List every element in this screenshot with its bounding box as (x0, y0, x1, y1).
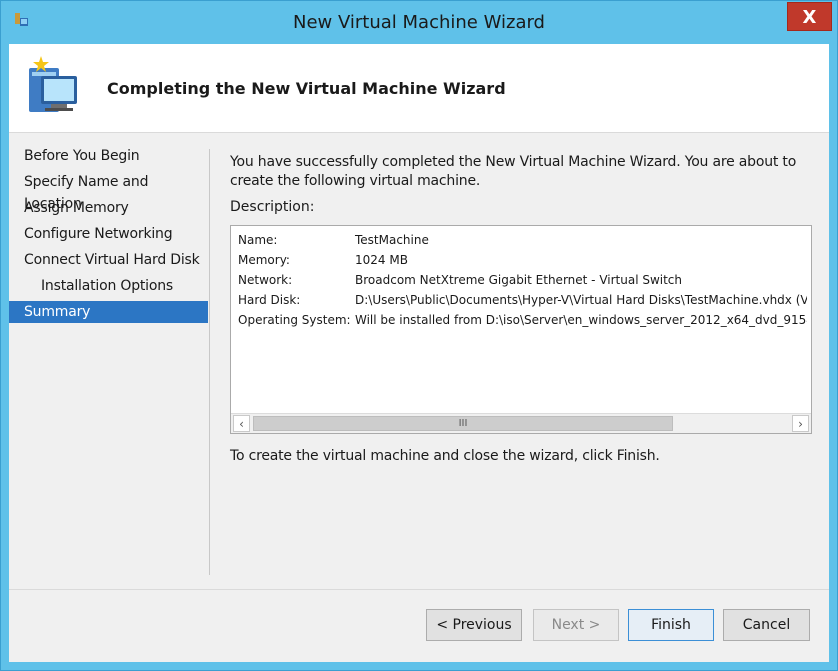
nav-item-assign-memory[interactable]: Assign Memory (9, 197, 208, 219)
detail-row-network: Network: Broadcom NetXtreme Gigabit Ether… (238, 270, 807, 290)
nav-item-configure-networking[interactable]: Configure Networking (9, 223, 208, 245)
nav-item-summary[interactable]: Summary (9, 301, 208, 323)
detail-row-memory: Memory: 1024 MB (238, 250, 807, 270)
description-list: Name: TestMachine Memory: 1024 MB Network:… (238, 230, 807, 330)
nav-divider (209, 149, 210, 575)
intro-text: You have successfully completed the New … (230, 154, 797, 189)
wizard-header: Completing the New Virtual Machine Wizar… (9, 44, 829, 133)
window-title: New Virtual Machine Wizard (293, 12, 545, 33)
virtual-machine-wizard-icon (21, 54, 85, 118)
detail-row-operating-system: Operating System: Will be installed from … (238, 310, 807, 330)
detail-key: Memory: (238, 253, 290, 267)
detail-value: TestMachine (355, 233, 429, 247)
nav-item-specify-name-and-location[interactable]: Specify Name and Location (9, 171, 208, 212)
detail-value: D:\Users\Public\Documents\Hyper-V\Virtua… (355, 293, 807, 307)
footer-divider (9, 589, 829, 590)
description-label: Description: (230, 199, 315, 215)
scroll-thumb[interactable]: III (253, 416, 673, 431)
horizontal-scrollbar[interactable]: ‹ III › (231, 413, 811, 433)
page-heading: Completing the New Virtual Machine Wizar… (107, 79, 506, 98)
previous-button[interactable]: < Previous (426, 609, 522, 641)
detail-key: Network: (238, 273, 293, 287)
detail-key: Hard Disk: (238, 293, 301, 307)
detail-value: Will be installed from D:\iso\Server\en_… (355, 313, 807, 327)
finish-button[interactable]: Finish (628, 609, 714, 641)
cancel-button[interactable]: Cancel (723, 609, 810, 641)
title-bar[interactable]: New Virtual Machine Wizard X (1, 1, 837, 44)
detail-key: Name: (238, 233, 278, 247)
detail-row-name: Name: TestMachine (238, 230, 807, 250)
nav-item-connect-virtual-hard-disk[interactable]: Connect Virtual Hard Disk (9, 249, 208, 271)
detail-key: Operating System: (238, 313, 351, 327)
close-button[interactable]: X (787, 2, 832, 31)
wizard-window: New Virtual Machine Wizard X Completing … (0, 0, 838, 671)
scroll-right-arrow-icon[interactable]: › (792, 415, 809, 432)
nav-item-installation-options[interactable]: Installation Options (9, 275, 208, 297)
detail-value: 1024 MB (355, 253, 408, 267)
detail-row-hard-disk: Hard Disk: D:\Users\Public\Documents\Hype… (238, 290, 807, 310)
scroll-left-arrow-icon[interactable]: ‹ (233, 415, 250, 432)
nav-item-before-you-begin[interactable]: Before You Begin (9, 145, 208, 167)
next-button[interactable]: Next > (533, 609, 619, 641)
wizard-client-area: Completing the New Virtual Machine Wizar… (9, 44, 829, 662)
summary-content: You have successfully completed the New … (230, 153, 815, 191)
finish-instructions: To create the virtual machine and close … (230, 448, 660, 464)
description-box[interactable]: Name: TestMachine Memory: 1024 MB Network:… (230, 225, 812, 434)
wizard-step-nav: Before You Begin Specify Name and Locati… (9, 145, 208, 327)
detail-value: Broadcom NetXtreme Gigabit Ethernet - Vi… (355, 273, 683, 287)
